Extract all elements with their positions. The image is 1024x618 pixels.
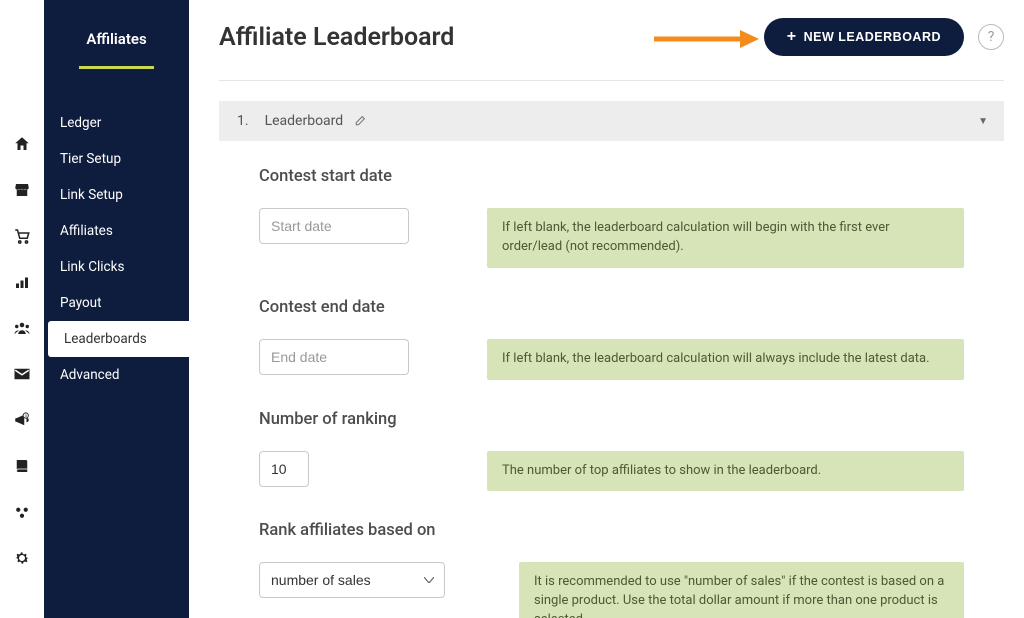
label-contest-end: Contest end date [259, 298, 964, 317]
plus-icon: + [787, 29, 797, 45]
hint-contest-start: If left blank, the leaderboard calculati… [487, 208, 964, 268]
sidebar-divider [79, 66, 154, 69]
new-leaderboard-label: NEW LEADERBOARD [804, 30, 941, 44]
accordion-body: Contest start date If left blank, the le… [219, 141, 1004, 618]
dots-icon[interactable] [13, 503, 31, 521]
sidebar-item-payout[interactable]: Payout [44, 285, 189, 321]
label-number-ranking: Number of ranking [259, 410, 964, 429]
sidebar-item-link-setup[interactable]: Link Setup [44, 177, 189, 213]
field-contest-end: Contest end date If left blank, the lead… [259, 298, 964, 380]
sidebar-item-link-clicks[interactable]: Link Clicks [44, 249, 189, 285]
rank-by-select[interactable]: number of sales [259, 562, 445, 598]
main-content: Affiliate Leaderboard + NEW LEADERBOARD … [189, 0, 1024, 618]
leaderboard-accordion: 1. Leaderboard ▼ Contest start date If l… [219, 101, 1004, 618]
accordion-name: Leaderboard [265, 113, 344, 129]
sidebar-item-leaderboards[interactable]: Leaderboards [48, 321, 189, 357]
chevron-down-icon: ▼ [978, 116, 988, 127]
svg-text:0: 0 [25, 414, 27, 418]
ranking-input[interactable] [259, 451, 309, 487]
sidebar-item-ledger[interactable]: Ledger [44, 105, 189, 141]
gear-icon[interactable] [13, 549, 31, 567]
mail-icon[interactable] [13, 365, 31, 383]
arrow-annotation [654, 28, 759, 54]
sidebar-item-tier-setup[interactable]: Tier Setup [44, 141, 189, 177]
new-leaderboard-button[interactable]: + NEW LEADERBOARD [764, 18, 964, 56]
store-icon[interactable] [13, 181, 31, 199]
hint-contest-end: If left blank, the leaderboard calculati… [487, 339, 964, 380]
sidebar-item-affiliates[interactable]: Affiliates [44, 213, 189, 249]
sidebar-item-advanced[interactable]: Advanced [44, 357, 189, 393]
help-icon[interactable]: ? [978, 24, 1004, 50]
accordion-header[interactable]: 1. Leaderboard ▼ [219, 101, 1004, 141]
home-icon[interactable] [13, 135, 31, 153]
page-title: Affiliate Leaderboard [219, 23, 454, 52]
label-rank-by: Rank affiliates based on [259, 521, 964, 540]
page-header: Affiliate Leaderboard + NEW LEADERBOARD … [219, 18, 1004, 81]
accordion-number: 1. [237, 113, 249, 129]
cart-icon[interactable] [13, 227, 31, 245]
edit-icon[interactable] [353, 115, 366, 128]
field-rank-by: Rank affiliates based on number of sales… [259, 521, 964, 618]
label-contest-start: Contest start date [259, 167, 964, 186]
start-date-input[interactable] [259, 208, 409, 244]
end-date-input[interactable] [259, 339, 409, 375]
hint-rank-by: It is recommended to use "number of sale… [519, 562, 964, 618]
sidebar-title: Affiliates [44, 30, 189, 48]
group-icon[interactable] [13, 319, 31, 337]
book-icon[interactable] [13, 457, 31, 475]
hint-number-ranking: The number of top affiliates to show in … [487, 451, 964, 492]
megaphone-icon[interactable]: 0 [13, 411, 31, 429]
field-number-ranking: Number of ranking The number of top affi… [259, 410, 964, 492]
bar-chart-icon[interactable] [13, 273, 31, 291]
sidebar: Affiliates Ledger Tier Setup Link Setup … [44, 0, 189, 618]
icon-rail: 0 [0, 0, 44, 618]
field-contest-start: Contest start date If left blank, the le… [259, 167, 964, 268]
